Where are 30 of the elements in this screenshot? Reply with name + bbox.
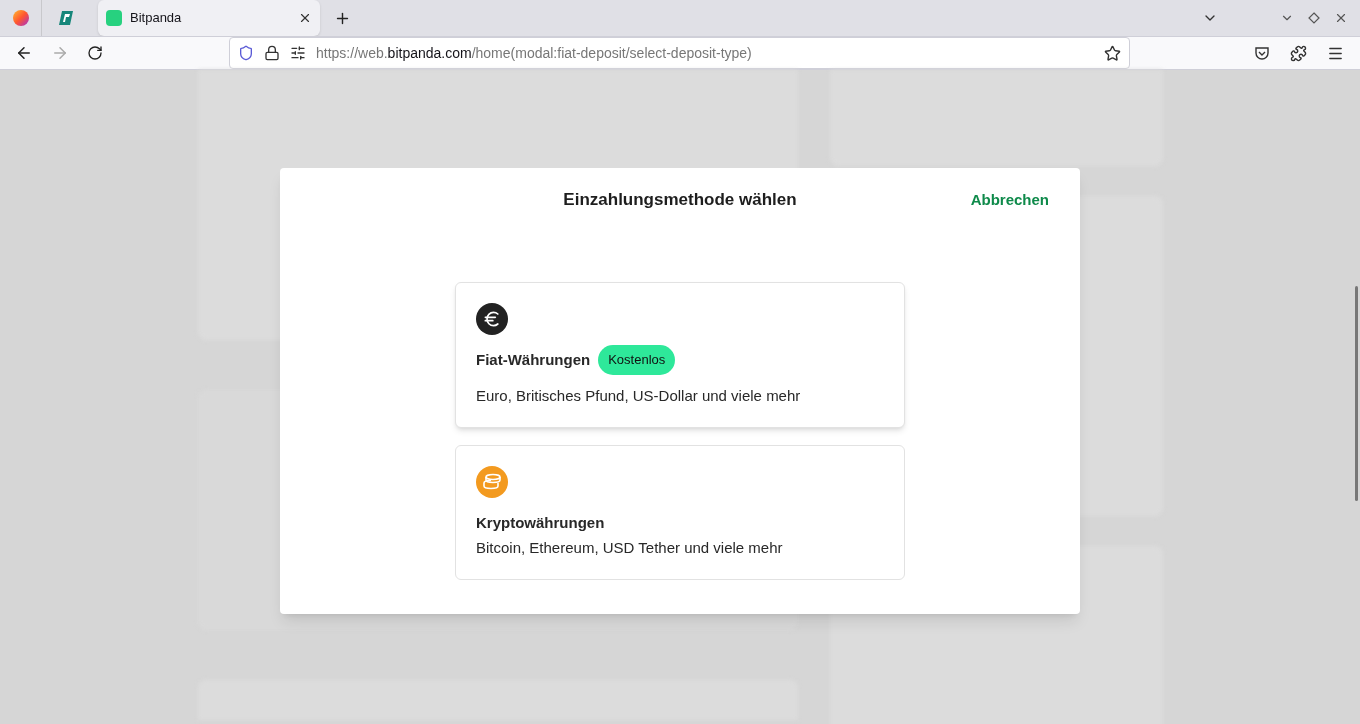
app-logo-icon[interactable] — [58, 10, 74, 26]
coins-icon — [476, 466, 508, 498]
maximize-icon[interactable] — [1308, 12, 1320, 24]
permissions-icon — [290, 45, 306, 61]
reload-icon[interactable] — [87, 45, 103, 61]
bookmark-star-icon[interactable] — [1104, 44, 1121, 62]
close-tab-icon[interactable] — [298, 11, 312, 25]
modal-title: Einzahlungsmethode wählen — [563, 189, 797, 212]
extensions-icon[interactable] — [1290, 44, 1307, 62]
back-icon[interactable] — [15, 44, 33, 62]
lock-icon — [264, 45, 280, 61]
browser-logo-icon[interactable] — [12, 10, 29, 26]
option-description: Euro, Britisches Pfund, US-Dollar und viele mehr — [476, 385, 802, 406]
cancel-link[interactable]: Abbrechen — [970, 188, 1049, 212]
free-badge: Kostenlos — [598, 345, 676, 375]
browser-tab[interactable]: Bitpanda — [98, 0, 320, 36]
address-bar[interactable]: https://web.bitpanda.com/home(modal:fiat-deposit/select-deposit-type) — [229, 37, 1130, 69]
option-title: Fiat-Währungen — [476, 349, 591, 370]
pocket-icon[interactable] — [1254, 45, 1270, 61]
deposit-option-card[interactable]: Kryptowährungen Bitcoin, Ethereum, USD Tether und viele mehr — [455, 445, 905, 580]
deposit-option-card[interactable]: Fiat-Währungen Kostenlos Euro, Britisches Pfund, US-Dollar und viele mehr — [455, 282, 905, 428]
option-title: Kryptowährungen — [476, 513, 605, 533]
euro-icon — [476, 303, 508, 335]
shield-icon — [238, 45, 254, 61]
url-text: https://web.bitpanda.com/home(modal:fiat-deposit/select-deposit-type) — [316, 43, 753, 63]
option-description: Bitcoin, Ethereum, USD Tether und viele mehr — [476, 537, 784, 558]
close-window-icon[interactable] — [1334, 11, 1348, 25]
tab-title: Bitpanda — [130, 9, 183, 28]
scrollbar-thumb[interactable] — [1355, 286, 1358, 501]
tab-favicon-icon — [106, 10, 122, 26]
